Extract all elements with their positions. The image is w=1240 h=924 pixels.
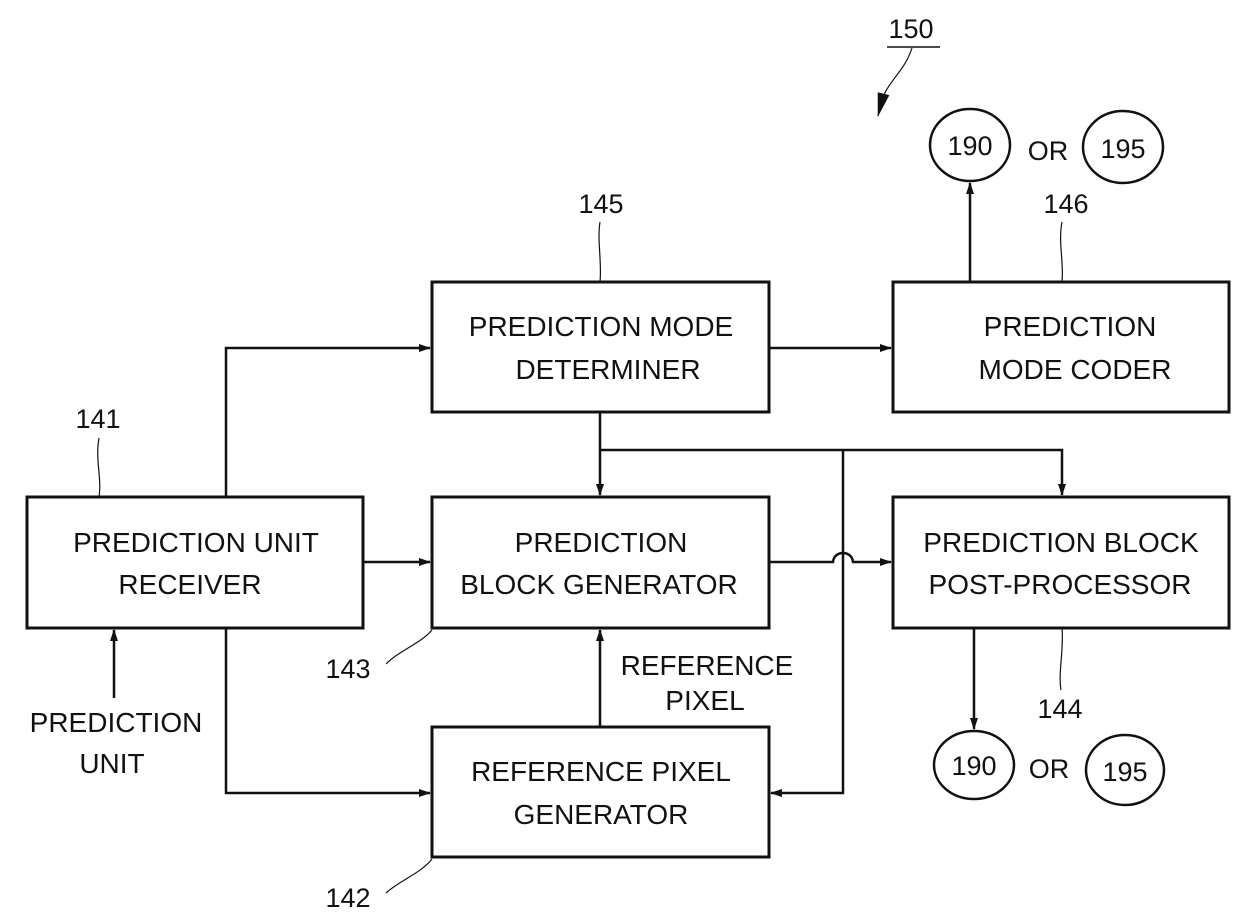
wire-mode-determiner-to-post-processor — [600, 448, 1066, 496]
ref-label-143: 143 — [325, 654, 370, 684]
input-label-line2: UNIT — [79, 748, 144, 779]
block-prediction-block-generator: PREDICTION BLOCK GENERATOR — [430, 495, 771, 630]
block-label-line2: POST-PROCESSOR — [929, 569, 1192, 600]
leader-144 — [1059, 627, 1064, 691]
block-label-line2: RECEIVER — [118, 569, 261, 600]
input-label-line1: PREDICTION — [30, 707, 203, 738]
block-label-line2: GENERATOR — [514, 799, 689, 830]
block-label-line1: REFERENCE PIXEL — [471, 756, 731, 787]
output-or-label: OR — [1028, 136, 1069, 166]
ref-label-145: 145 — [578, 189, 623, 219]
top-output-group: 190 OR 195 — [928, 107, 1165, 185]
wire-receiver-to-mode-determiner — [224, 344, 431, 497]
output-circle-190-label: 190 — [947, 131, 992, 161]
reference-pixel-label-line1: REFERENCE — [621, 650, 794, 681]
leader-145 — [598, 221, 602, 283]
block-label-line2: MODE CODER — [979, 354, 1172, 385]
block-diagram: 150 190 OR 195 190 OR 195 PREDICTION MOD… — [25, 14, 1231, 913]
leader-146 — [1059, 221, 1064, 283]
ref-label-146: 146 — [1043, 189, 1088, 219]
reference-pixel-label-line2: PIXEL — [665, 685, 744, 716]
block-label-line2: BLOCK GENERATOR — [460, 569, 737, 600]
block-label-line1: PREDICTION — [515, 527, 688, 558]
ref-label-144: 144 — [1037, 694, 1082, 724]
block-prediction-unit-receiver: PREDICTION UNIT RECEIVER — [25, 495, 365, 630]
bottom-output-group: 190 OR 195 — [932, 729, 1166, 807]
output-circle-195-label: 195 — [1102, 757, 1147, 787]
figure-ref-label: 150 — [888, 14, 933, 44]
output-or-label: OR — [1029, 754, 1070, 784]
output-circle-195-label: 195 — [1100, 134, 1145, 164]
block-prediction-block-post-processor: PREDICTION BLOCK POST-PROCESSOR — [891, 495, 1231, 630]
block-label-line1: PREDICTION UNIT — [73, 527, 319, 558]
block-label-line1: PREDICTION MODE — [469, 311, 733, 342]
block-prediction-mode-determiner: PREDICTION MODE DETERMINER — [430, 280, 771, 414]
block-prediction-mode-coder: PREDICTION MODE CODER — [891, 280, 1231, 414]
wire-receiver-to-reference-pixel-generator — [224, 628, 431, 797]
leader-141 — [97, 437, 101, 498]
wire-mode-determiner-to-reference-pixel-generator — [770, 450, 845, 797]
block-label-line1: PREDICTION — [984, 311, 1157, 342]
leader-142 — [385, 858, 433, 894]
ref-label-142: 142 — [325, 883, 370, 913]
figure-ref-pointer — [877, 47, 913, 117]
block-label-line1: PREDICTION BLOCK — [923, 527, 1199, 558]
leader-143 — [385, 629, 433, 665]
output-circle-190-label: 190 — [951, 751, 996, 781]
block-reference-pixel-generator: REFERENCE PIXEL GENERATOR — [430, 725, 771, 859]
wire-block-generator-to-post-processor — [769, 551, 892, 566]
block-label-line2: DETERMINER — [515, 354, 700, 385]
ref-label-141: 141 — [75, 404, 120, 434]
